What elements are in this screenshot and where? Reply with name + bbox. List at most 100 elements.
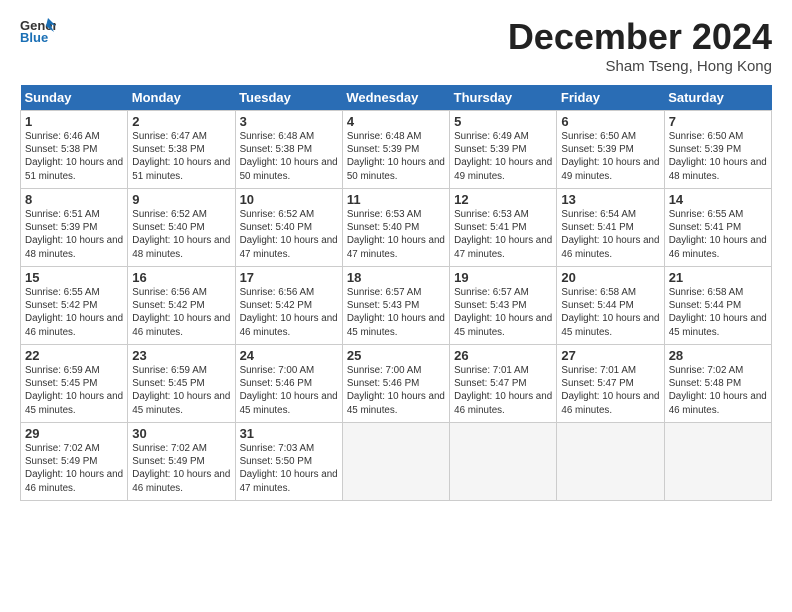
calendar-cell: 16Sunrise: 6:56 AM Sunset: 5:42 PM Dayli… xyxy=(128,267,235,345)
svg-text:Blue: Blue xyxy=(20,30,48,44)
calendar-cell: 8Sunrise: 6:51 AM Sunset: 5:39 PM Daylig… xyxy=(21,189,128,267)
day-info: Sunrise: 6:49 AM Sunset: 5:39 PM Dayligh… xyxy=(454,130,552,183)
calendar-cell: 13Sunrise: 6:54 AM Sunset: 5:41 PM Dayli… xyxy=(557,189,664,267)
day-number: 28 xyxy=(669,348,767,363)
header-monday: Monday xyxy=(128,85,235,111)
day-info: Sunrise: 6:56 AM Sunset: 5:42 PM Dayligh… xyxy=(240,286,338,339)
day-info: Sunrise: 7:00 AM Sunset: 5:46 PM Dayligh… xyxy=(347,364,445,417)
day-number: 26 xyxy=(454,348,552,363)
day-number: 13 xyxy=(561,192,659,207)
day-info: Sunrise: 7:03 AM Sunset: 5:50 PM Dayligh… xyxy=(240,442,338,495)
day-number: 5 xyxy=(454,114,552,129)
day-number: 15 xyxy=(25,270,123,285)
calendar-cell: 28Sunrise: 7:02 AM Sunset: 5:48 PM Dayli… xyxy=(664,345,771,423)
title-area: December 2024 Sham Tseng, Hong Kong xyxy=(508,16,772,75)
day-info: Sunrise: 6:46 AM Sunset: 5:38 PM Dayligh… xyxy=(25,130,123,183)
calendar-cell xyxy=(557,423,664,501)
header-sunday: Sunday xyxy=(21,85,128,111)
day-info: Sunrise: 6:58 AM Sunset: 5:44 PM Dayligh… xyxy=(561,286,659,339)
calendar-cell: 11Sunrise: 6:53 AM Sunset: 5:40 PM Dayli… xyxy=(342,189,449,267)
day-info: Sunrise: 6:47 AM Sunset: 5:38 PM Dayligh… xyxy=(132,130,230,183)
calendar-cell: 15Sunrise: 6:55 AM Sunset: 5:42 PM Dayli… xyxy=(21,267,128,345)
day-info: Sunrise: 7:02 AM Sunset: 5:49 PM Dayligh… xyxy=(25,442,123,495)
page-header: General Blue December 2024 Sham Tseng, H… xyxy=(20,16,772,75)
day-number: 24 xyxy=(240,348,338,363)
calendar-cell: 1Sunrise: 6:46 AM Sunset: 5:38 PM Daylig… xyxy=(21,111,128,189)
calendar-cell: 31Sunrise: 7:03 AM Sunset: 5:50 PM Dayli… xyxy=(235,423,342,501)
calendar-cell: 5Sunrise: 6:49 AM Sunset: 5:39 PM Daylig… xyxy=(450,111,557,189)
day-info: Sunrise: 6:59 AM Sunset: 5:45 PM Dayligh… xyxy=(25,364,123,417)
day-info: Sunrise: 6:54 AM Sunset: 5:41 PM Dayligh… xyxy=(561,208,659,261)
day-number: 19 xyxy=(454,270,552,285)
calendar-cell: 25Sunrise: 7:00 AM Sunset: 5:46 PM Dayli… xyxy=(342,345,449,423)
calendar-cell: 10Sunrise: 6:52 AM Sunset: 5:40 PM Dayli… xyxy=(235,189,342,267)
day-number: 25 xyxy=(347,348,445,363)
day-number: 3 xyxy=(240,114,338,129)
calendar-cell: 12Sunrise: 6:53 AM Sunset: 5:41 PM Dayli… xyxy=(450,189,557,267)
day-number: 6 xyxy=(561,114,659,129)
day-number: 21 xyxy=(669,270,767,285)
day-number: 22 xyxy=(25,348,123,363)
day-number: 31 xyxy=(240,426,338,441)
day-number: 27 xyxy=(561,348,659,363)
day-number: 8 xyxy=(25,192,123,207)
day-number: 2 xyxy=(132,114,230,129)
day-info: Sunrise: 6:53 AM Sunset: 5:41 PM Dayligh… xyxy=(454,208,552,261)
header-tuesday: Tuesday xyxy=(235,85,342,111)
day-info: Sunrise: 6:50 AM Sunset: 5:39 PM Dayligh… xyxy=(669,130,767,183)
calendar-week-row: 22Sunrise: 6:59 AM Sunset: 5:45 PM Dayli… xyxy=(21,345,772,423)
calendar-cell: 20Sunrise: 6:58 AM Sunset: 5:44 PM Dayli… xyxy=(557,267,664,345)
day-info: Sunrise: 6:51 AM Sunset: 5:39 PM Dayligh… xyxy=(25,208,123,261)
calendar-cell xyxy=(664,423,771,501)
header-friday: Friday xyxy=(557,85,664,111)
day-info: Sunrise: 6:55 AM Sunset: 5:42 PM Dayligh… xyxy=(25,286,123,339)
day-number: 14 xyxy=(669,192,767,207)
calendar-cell xyxy=(342,423,449,501)
day-number: 10 xyxy=(240,192,338,207)
day-info: Sunrise: 6:48 AM Sunset: 5:38 PM Dayligh… xyxy=(240,130,338,183)
day-info: Sunrise: 6:59 AM Sunset: 5:45 PM Dayligh… xyxy=(132,364,230,417)
header-wednesday: Wednesday xyxy=(342,85,449,111)
day-info: Sunrise: 6:52 AM Sunset: 5:40 PM Dayligh… xyxy=(240,208,338,261)
day-number: 9 xyxy=(132,192,230,207)
day-number: 12 xyxy=(454,192,552,207)
calendar-body: 1Sunrise: 6:46 AM Sunset: 5:38 PM Daylig… xyxy=(21,111,772,501)
day-info: Sunrise: 6:56 AM Sunset: 5:42 PM Dayligh… xyxy=(132,286,230,339)
day-info: Sunrise: 6:58 AM Sunset: 5:44 PM Dayligh… xyxy=(669,286,767,339)
day-number: 17 xyxy=(240,270,338,285)
header-saturday: Saturday xyxy=(664,85,771,111)
calendar-cell: 7Sunrise: 6:50 AM Sunset: 5:39 PM Daylig… xyxy=(664,111,771,189)
day-number: 1 xyxy=(25,114,123,129)
calendar-week-row: 8Sunrise: 6:51 AM Sunset: 5:39 PM Daylig… xyxy=(21,189,772,267)
day-info: Sunrise: 6:57 AM Sunset: 5:43 PM Dayligh… xyxy=(347,286,445,339)
header-thursday: Thursday xyxy=(450,85,557,111)
day-number: 18 xyxy=(347,270,445,285)
day-info: Sunrise: 7:01 AM Sunset: 5:47 PM Dayligh… xyxy=(454,364,552,417)
day-info: Sunrise: 7:02 AM Sunset: 5:48 PM Dayligh… xyxy=(669,364,767,417)
location: Sham Tseng, Hong Kong xyxy=(508,58,772,75)
calendar-cell: 14Sunrise: 6:55 AM Sunset: 5:41 PM Dayli… xyxy=(664,189,771,267)
day-info: Sunrise: 6:57 AM Sunset: 5:43 PM Dayligh… xyxy=(454,286,552,339)
calendar-cell: 6Sunrise: 6:50 AM Sunset: 5:39 PM Daylig… xyxy=(557,111,664,189)
calendar-cell: 3Sunrise: 6:48 AM Sunset: 5:38 PM Daylig… xyxy=(235,111,342,189)
day-number: 30 xyxy=(132,426,230,441)
day-number: 11 xyxy=(347,192,445,207)
calendar-cell: 29Sunrise: 7:02 AM Sunset: 5:49 PM Dayli… xyxy=(21,423,128,501)
calendar-cell: 27Sunrise: 7:01 AM Sunset: 5:47 PM Dayli… xyxy=(557,345,664,423)
calendar-cell: 30Sunrise: 7:02 AM Sunset: 5:49 PM Dayli… xyxy=(128,423,235,501)
calendar-cell: 22Sunrise: 6:59 AM Sunset: 5:45 PM Dayli… xyxy=(21,345,128,423)
calendar-cell: 26Sunrise: 7:01 AM Sunset: 5:47 PM Dayli… xyxy=(450,345,557,423)
calendar-cell xyxy=(450,423,557,501)
day-info: Sunrise: 6:55 AM Sunset: 5:41 PM Dayligh… xyxy=(669,208,767,261)
logo: General Blue xyxy=(20,16,56,44)
calendar-cell: 23Sunrise: 6:59 AM Sunset: 5:45 PM Dayli… xyxy=(128,345,235,423)
day-info: Sunrise: 7:02 AM Sunset: 5:49 PM Dayligh… xyxy=(132,442,230,495)
calendar-cell: 19Sunrise: 6:57 AM Sunset: 5:43 PM Dayli… xyxy=(450,267,557,345)
calendar-week-row: 15Sunrise: 6:55 AM Sunset: 5:42 PM Dayli… xyxy=(21,267,772,345)
calendar-cell: 2Sunrise: 6:47 AM Sunset: 5:38 PM Daylig… xyxy=(128,111,235,189)
calendar-cell: 18Sunrise: 6:57 AM Sunset: 5:43 PM Dayli… xyxy=(342,267,449,345)
day-number: 29 xyxy=(25,426,123,441)
calendar-cell: 17Sunrise: 6:56 AM Sunset: 5:42 PM Dayli… xyxy=(235,267,342,345)
day-info: Sunrise: 7:00 AM Sunset: 5:46 PM Dayligh… xyxy=(240,364,338,417)
calendar-week-row: 1Sunrise: 6:46 AM Sunset: 5:38 PM Daylig… xyxy=(21,111,772,189)
